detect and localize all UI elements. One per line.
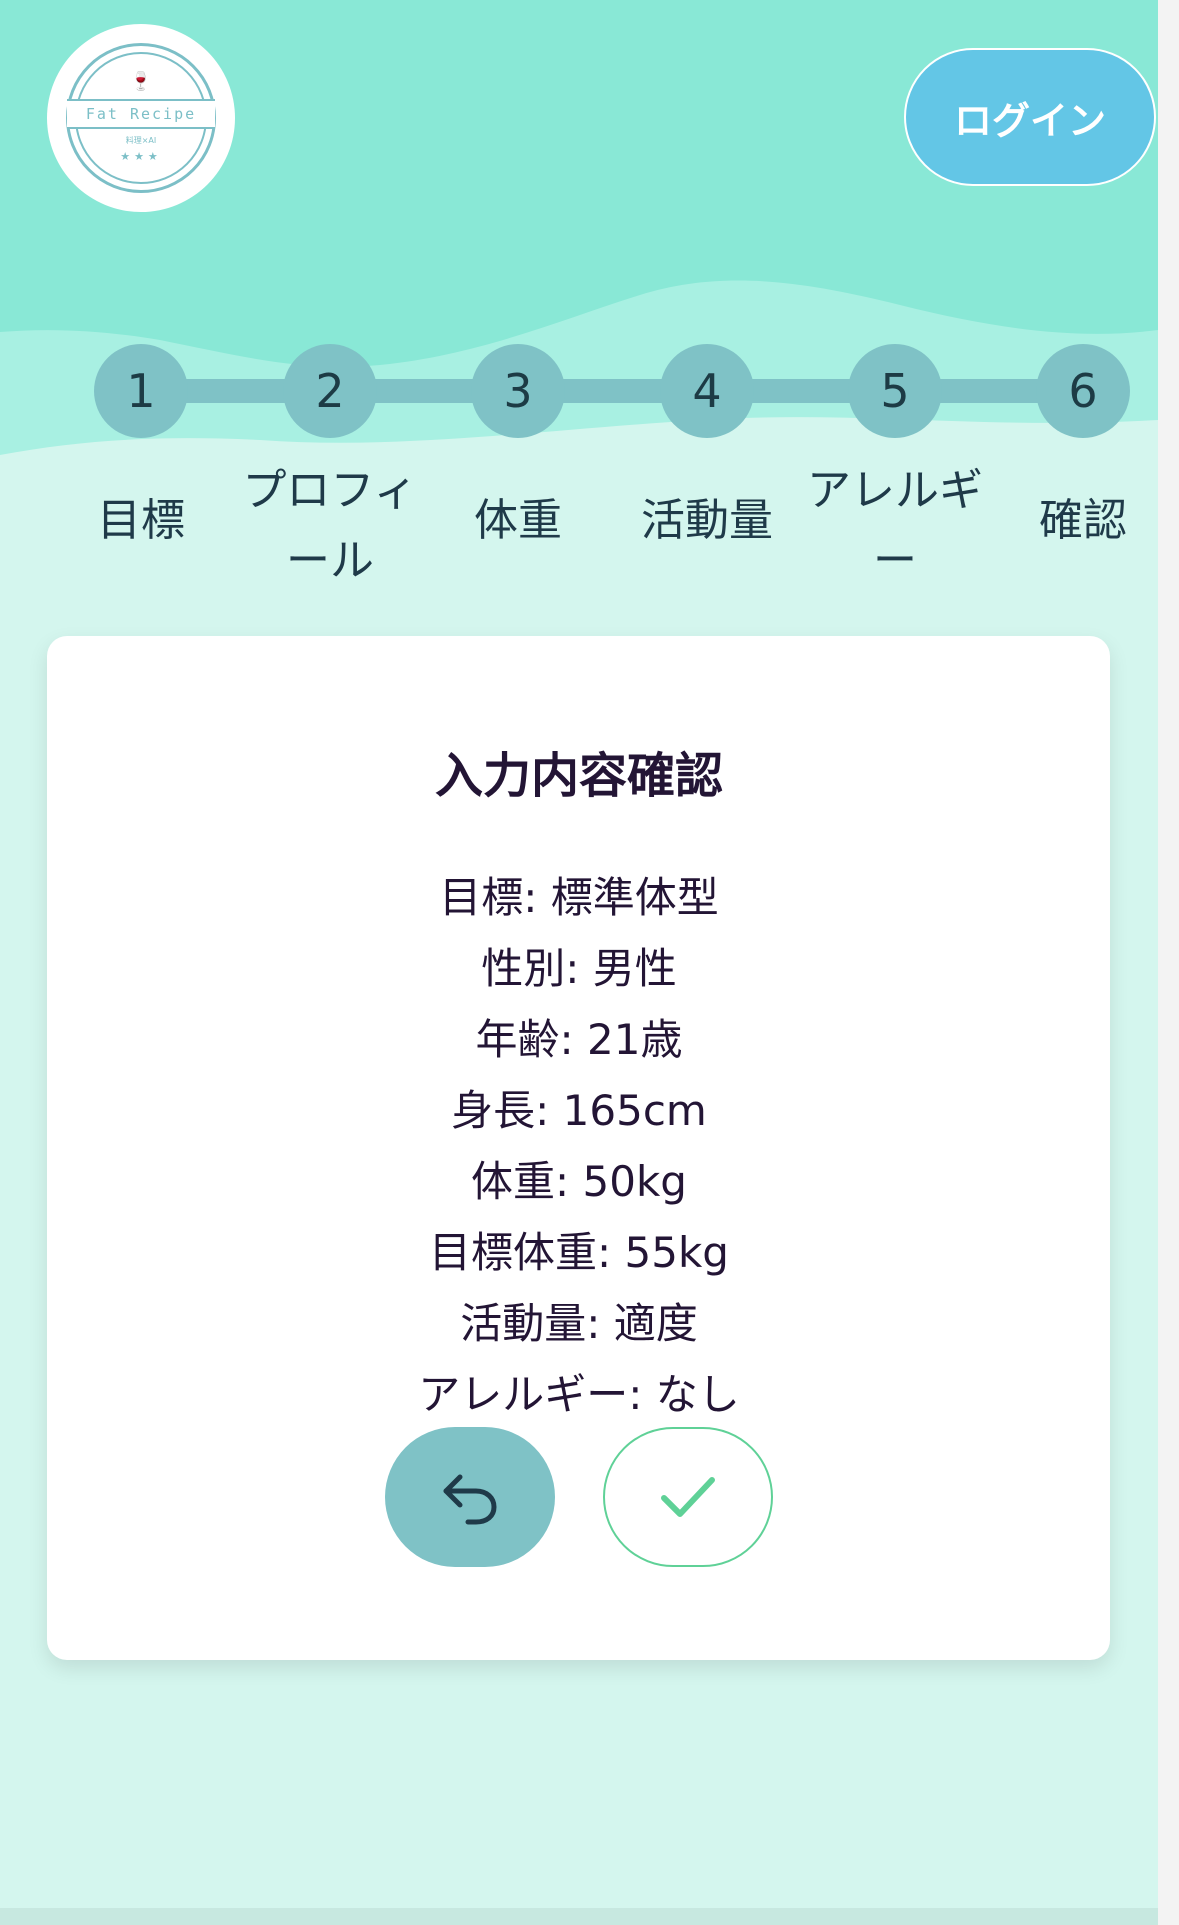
logo-badge: 🍷 Fat Recipe 料理×AI ★★★ bbox=[66, 43, 216, 193]
step-5-label: アレルギ ー bbox=[800, 456, 990, 596]
confirmation-title: 入力内容確認 bbox=[434, 748, 723, 804]
login-button[interactable]: ログイン bbox=[904, 48, 1156, 186]
bottom-edge bbox=[0, 1908, 1158, 1925]
summary-goal: 目標: 標準体型 bbox=[439, 873, 719, 922]
window-edge bbox=[1158, 0, 1179, 1925]
back-button[interactable] bbox=[385, 1427, 555, 1567]
confirmation-summary: 目標: 標準体型 性別: 男性 年齢: 21歳 身長: 165cm 体重: 50… bbox=[0, 862, 1158, 1430]
summary-weight: 体重: 50kg bbox=[471, 1157, 687, 1206]
step-2-label: プロフィ ール bbox=[235, 456, 425, 596]
step-1-label: 目標 bbox=[97, 495, 185, 546]
confirm-button[interactable] bbox=[603, 1427, 773, 1567]
logo-text: Fat Recipe bbox=[67, 99, 215, 129]
logo-subtext: 料理×AI bbox=[125, 136, 157, 145]
wine-glass-icon: 🍷 bbox=[129, 71, 153, 92]
step-6-circle[interactable]: 6 bbox=[1036, 344, 1130, 438]
step-3-label: 体重 bbox=[474, 495, 562, 546]
step-2-circle[interactable]: 2 bbox=[283, 344, 377, 438]
step-4-circle[interactable]: 4 bbox=[660, 344, 754, 438]
fat-recipe-logo[interactable]: 🍷 Fat Recipe 料理×AI ★★★ bbox=[47, 24, 235, 212]
step-5-label-text: アレルギ ー bbox=[807, 465, 983, 586]
summary-height: 身長: 165cm bbox=[451, 1086, 707, 1135]
summary-target-weight: 目標体重: 55kg bbox=[429, 1228, 729, 1277]
summary-allergy: アレルギー: なし bbox=[418, 1370, 740, 1419]
undo-arrow-icon bbox=[443, 1474, 497, 1525]
step-5-circle[interactable]: 5 bbox=[848, 344, 942, 438]
step-2-label-text: プロフィ ール bbox=[242, 465, 418, 586]
summary-gender: 性別: 男性 bbox=[481, 944, 677, 993]
registration-page: 🍷 Fat Recipe 料理×AI ★★★ ログイン 1 2 3 4 5 6 … bbox=[0, 0, 1158, 1925]
step-3-circle[interactable]: 3 bbox=[471, 344, 565, 438]
summary-age: 年齢: 21歳 bbox=[475, 1015, 683, 1064]
step-1-circle[interactable]: 1 bbox=[94, 344, 188, 438]
checkmark-icon bbox=[661, 1477, 715, 1517]
logo-stars-icon: ★★★ bbox=[120, 150, 162, 163]
step-6-label: 確認 bbox=[1039, 495, 1127, 546]
summary-activity: 活動量: 適度 bbox=[460, 1299, 698, 1348]
step-4-label: 活動量 bbox=[641, 495, 773, 546]
